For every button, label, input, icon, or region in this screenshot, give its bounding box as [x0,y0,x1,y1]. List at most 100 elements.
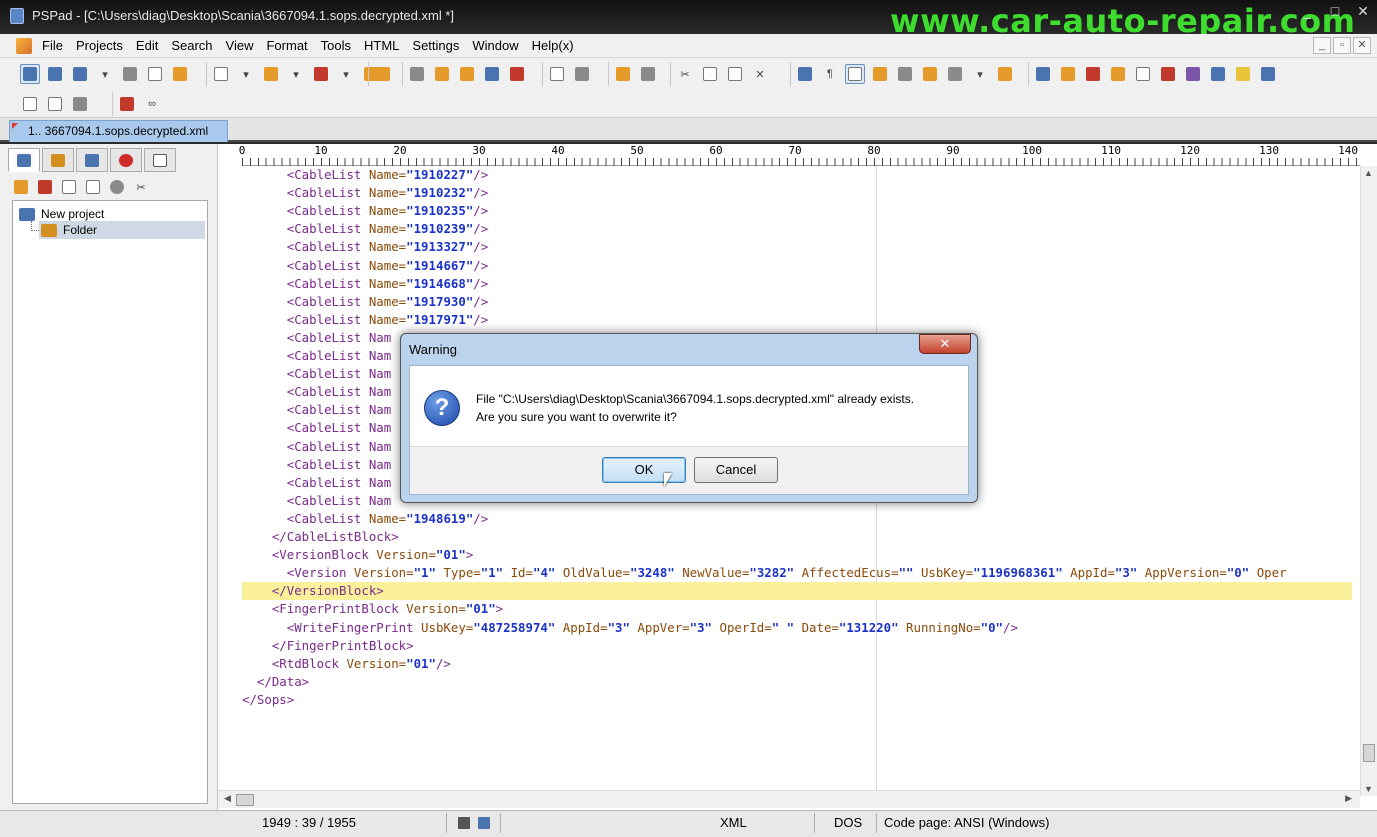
save-icon[interactable] [311,64,331,84]
code-line[interactable]: <CableList Name="1910227"/> [242,166,488,184]
print-preview-icon[interactable] [547,64,567,84]
tools-icon[interactable]: ✂ [132,178,150,196]
code-line[interactable]: <CableList Nam [242,329,391,347]
mdi-restore-button[interactable]: ▫ [1333,37,1351,54]
close-button[interactable]: ✕ [1349,0,1377,22]
remove-folder-icon[interactable] [36,178,54,196]
menu-item-projects[interactable]: Projects [76,38,132,53]
column-mode-icon[interactable] [895,64,915,84]
delete-icon[interactable]: ✕ [750,64,770,84]
redo-icon[interactable] [638,64,658,84]
add-folder-icon[interactable] [12,178,30,196]
filter-icon[interactable] [1233,64,1253,84]
ok-button[interactable]: OK [602,457,686,483]
code-line[interactable]: <CableList Nam [242,347,391,365]
brackets-icon[interactable] [482,64,502,84]
project-window-icon[interactable] [20,64,40,84]
log-icon[interactable] [145,64,165,84]
dropdown-arrow-icon[interactable]: ▾ [95,64,115,84]
menu-item-html[interactable]: HTML [364,38,408,53]
open-dropdown-icon[interactable]: ▾ [286,64,306,84]
code-line[interactable]: </Sops> [242,691,294,709]
cut-icon[interactable]: ✂ [675,64,695,84]
code-line[interactable]: <FingerPrintBlock Version="01"> [242,600,503,618]
tab-projects[interactable] [8,148,40,172]
new-file-icon[interactable] [211,64,231,84]
scroll-right-icon[interactable]: ▶ [1345,793,1352,804]
binary-icon[interactable] [45,94,65,114]
horizontal-scrollbar[interactable]: ◀ ▶ [218,790,1360,808]
hscroll-thumb[interactable] [236,794,254,806]
code-line[interactable]: <CableList Name="1910239"/> [242,220,488,238]
code-line[interactable]: <CableList Name="1910235"/> [242,202,488,220]
color-picker-icon[interactable] [1083,64,1103,84]
bookmark-icon[interactable] [457,64,477,84]
google-icon[interactable] [1258,64,1278,84]
menu-item-search[interactable]: Search [171,38,221,53]
remove-file-icon[interactable] [84,178,102,196]
code-line[interactable]: <CableList Name="1917930"/> [242,293,488,311]
tab-ftp[interactable] [76,148,108,172]
tab-favorites[interactable] [110,148,142,172]
run-icon[interactable] [20,94,40,114]
paste-icon[interactable] [725,64,745,84]
save-dropdown-icon[interactable]: ▾ [336,64,356,84]
code-line[interactable]: <CableList Nam [242,419,391,437]
tag-icon[interactable] [1183,64,1203,84]
menu-item-tools[interactable]: Tools [321,38,360,53]
code-line[interactable]: <VersionBlock Version="01"> [242,546,473,564]
globe-icon[interactable] [1208,64,1228,84]
dialog-close-button[interactable]: ✕ [919,334,971,354]
code-line[interactable]: <RtdBlock Version="01"/> [242,655,451,673]
vertical-scrollbar[interactable]: ▲ ▼ [1360,166,1377,796]
tab-open-files[interactable] [144,148,176,172]
menu-item-settings[interactable]: Settings [412,38,468,53]
scroll-left-icon[interactable]: ◀ [224,793,231,804]
search-icon[interactable] [407,64,427,84]
document-menu-icon[interactable] [16,38,32,54]
code-line[interactable]: <CableList Nam [242,456,391,474]
pie-chart-icon[interactable] [1108,64,1128,84]
open-project-icon[interactable] [70,64,90,84]
spell-check-icon[interactable] [945,64,965,84]
code-page[interactable]: Code page: ANSI (Windows) [884,815,1049,830]
undo-icon[interactable] [613,64,633,84]
code-line[interactable]: </CableListBlock> [242,528,399,546]
goto-icon[interactable] [995,64,1015,84]
print-icon[interactable] [572,64,592,84]
pilcrow-icon[interactable]: ¶ [820,64,840,84]
spell-dropdown-icon[interactable]: ▾ [970,64,990,84]
hex-icon[interactable] [1058,64,1078,84]
code-line[interactable]: <Version Version="1" Type="1" Id="4" Old… [242,564,1287,582]
new-project-icon[interactable] [45,64,65,84]
menu-item-help-x[interactable]: Help(x) [532,38,583,53]
menu-item-format[interactable]: Format [266,38,316,53]
maximize-button[interactable]: □ [1321,0,1349,22]
code-line[interactable]: </FingerPrintBlock> [242,637,414,655]
code-line[interactable]: <CableList Name="1913327"/> [242,238,488,256]
save-project-icon[interactable] [120,64,140,84]
mdi-minimize-button[interactable]: _ [1313,37,1331,54]
info-icon[interactable] [108,178,126,196]
code-line[interactable]: <CableList Nam [242,492,391,510]
menu-item-edit[interactable]: Edit [136,38,167,53]
line-endings[interactable]: DOS [834,815,862,830]
scroll-thumb[interactable] [1363,744,1375,762]
word-wrap-icon[interactable] [795,64,815,84]
project-settings-icon[interactable] [170,64,190,84]
minimize-button[interactable]: _ [1293,0,1321,22]
console-icon[interactable] [70,94,90,114]
scroll-down-icon[interactable]: ▼ [1364,784,1373,794]
html-to-text-icon[interactable] [1133,64,1153,84]
mdi-close-button[interactable]: ✕ [1353,37,1371,54]
replace-icon[interactable] [432,64,452,84]
code-line[interactable]: <WriteFingerPrint UsbKey="487258974" App… [242,619,1018,637]
scroll-up-icon[interactable]: ▲ [1364,168,1373,178]
code-line[interactable]: <CableList Nam [242,474,391,492]
rgb-icon[interactable] [1158,64,1178,84]
tree-item-folder[interactable]: Folder [39,221,205,239]
menu-item-view[interactable]: View [226,38,263,53]
syntax-mode[interactable]: XML [720,815,747,830]
code-line[interactable]: <CableList Name="1914667"/> [242,257,488,275]
menu-item-file[interactable]: File [42,38,72,53]
